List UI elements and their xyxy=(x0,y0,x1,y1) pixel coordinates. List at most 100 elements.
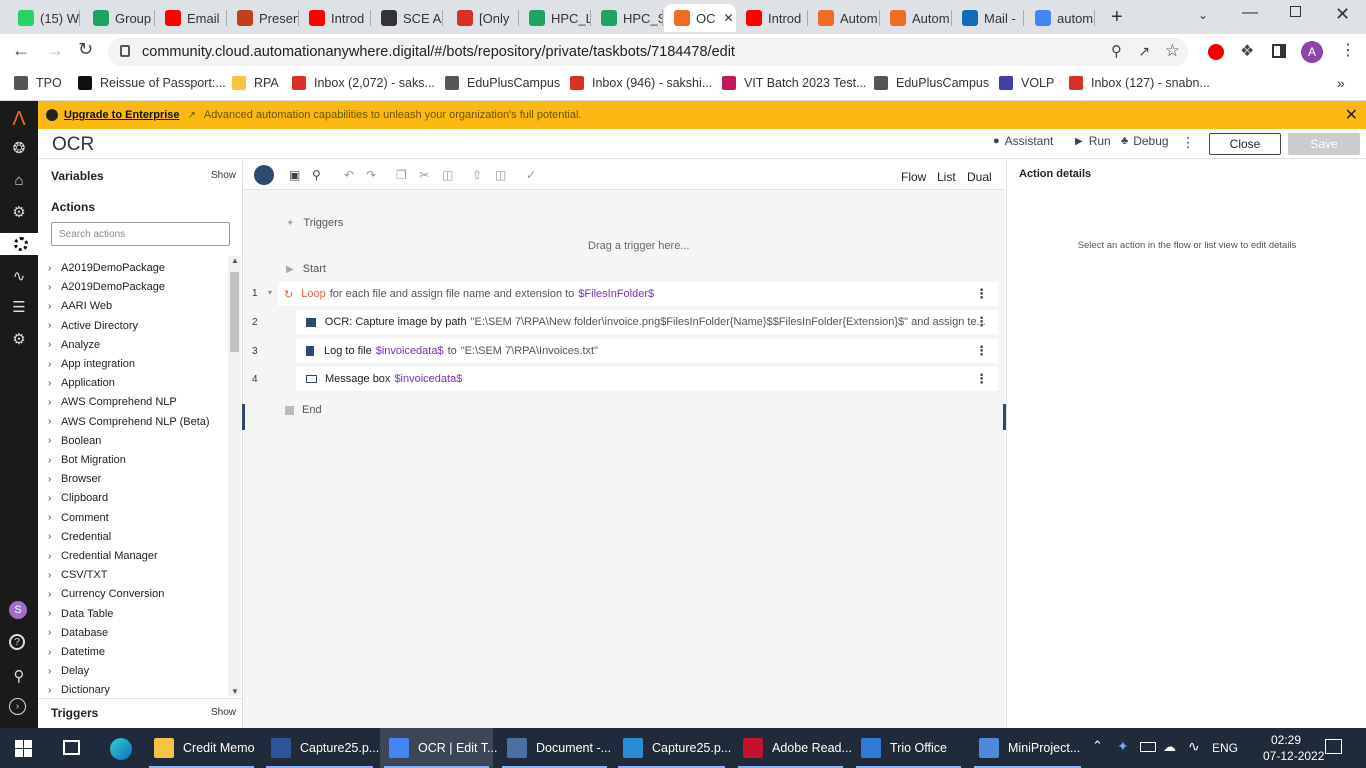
action-category-item[interactable]: › Browser xyxy=(48,473,101,485)
log-to-file-action-row[interactable]: Log to file $invoicedata$ to "E:\SEM 7\R… xyxy=(296,339,998,363)
action-category-item[interactable]: › Credential Manager xyxy=(48,550,158,562)
notifications-icon[interactable]: ⚲ xyxy=(9,666,29,686)
tab-search-icon[interactable]: ⌄ xyxy=(1198,8,1208,22)
action-category-item[interactable]: › Datetime xyxy=(48,646,105,658)
task-view-icon[interactable] xyxy=(63,740,80,755)
bookmark-item[interactable]: Reissue of Passport:... xyxy=(78,76,226,90)
action-category-item[interactable]: › AWS Comprehend NLP xyxy=(48,396,177,408)
action-category-item[interactable]: › Currency Conversion xyxy=(48,588,164,600)
search-actions-input[interactable]: Search actions xyxy=(51,222,230,246)
action-category-item[interactable]: › Active Directory xyxy=(48,320,138,332)
restore-button[interactable] xyxy=(1290,6,1301,17)
scroll-up-icon[interactable]: ▲ xyxy=(231,256,239,265)
edge-icon[interactable] xyxy=(110,738,132,760)
browser-tab[interactable]: Autom xyxy=(808,4,880,32)
forward-icon[interactable]: → xyxy=(46,40,64,61)
search-icon[interactable]: ⚲ xyxy=(312,168,321,182)
clear-icon[interactable]: ✓ xyxy=(526,168,536,182)
home-icon[interactable]: ⌂ xyxy=(9,170,29,190)
bookmark-item[interactable]: EduPlusCampus xyxy=(445,76,560,90)
triggers-show-link[interactable]: Show xyxy=(211,707,236,718)
undo-icon[interactable]: ↶ xyxy=(344,168,354,182)
share-icon[interactable]: ↗ xyxy=(1138,43,1150,60)
bookmark-item[interactable]: Inbox (946) - sakshi... xyxy=(570,76,712,90)
view-list-tab[interactable]: List xyxy=(937,170,956,184)
variables-show-link[interactable]: Show xyxy=(211,170,236,181)
more-bookmarks-icon[interactable]: » xyxy=(1337,75,1345,91)
close-tab-icon[interactable]: ✕ xyxy=(724,11,734,25)
run-button[interactable]: ▶ Run xyxy=(1075,134,1111,148)
delete-icon[interactable]: ◫ xyxy=(442,168,453,182)
back-icon[interactable]: ← xyxy=(12,40,30,61)
redo-icon[interactable]: ↷ xyxy=(366,168,376,182)
browser-tab[interactable]: SCE A xyxy=(371,4,443,32)
browser-tab[interactable]: OC ✕ xyxy=(664,4,736,32)
taskbar-app-button[interactable]: Adobe Read... xyxy=(734,728,852,768)
action-category-item[interactable]: › Dictionary xyxy=(48,684,110,696)
user-avatar[interactable]: S xyxy=(9,601,27,619)
browser-tab[interactable]: Autom xyxy=(880,4,952,32)
capture-icon[interactable]: ▣ xyxy=(289,168,300,182)
taskbar-app-button[interactable]: Trio Office xyxy=(852,728,965,768)
activity-icon[interactable]: ∿ xyxy=(9,266,29,286)
editor-resize-handle-left[interactable] xyxy=(242,404,245,430)
notification-center-icon[interactable] xyxy=(1325,739,1342,754)
clock-time[interactable]: 02:29 xyxy=(1271,733,1301,747)
bookmark-item[interactable]: Inbox (2,072) - saks... xyxy=(292,76,435,90)
row-menu-icon[interactable]: ⋮ xyxy=(975,371,988,387)
collapse-icon[interactable]: ▾ xyxy=(268,288,272,297)
adblock-extension-icon[interactable] xyxy=(1208,44,1224,60)
action-category-item[interactable]: › AWS Comprehend NLP (Beta) xyxy=(48,416,210,428)
action-category-item[interactable]: › CSV/TXT xyxy=(48,569,107,581)
new-tab-button[interactable]: + xyxy=(1111,6,1123,29)
url-field[interactable]: community.cloud.automationanywhere.digit… xyxy=(108,38,1188,66)
action-category-item[interactable]: › Comment xyxy=(48,512,109,524)
taskbar-app-button[interactable]: Capture25.p... xyxy=(614,728,731,768)
action-category-item[interactable]: › Bot Migration xyxy=(48,454,126,466)
banner-close-icon[interactable]: ✕ xyxy=(1345,105,1358,125)
taskbar-app-button[interactable]: MiniProject... xyxy=(970,728,1085,768)
action-category-item[interactable]: › Clipboard xyxy=(48,492,108,504)
bluetooth-icon[interactable]: ✦ xyxy=(1117,738,1129,755)
action-category-item[interactable]: › Analyze xyxy=(48,339,100,351)
browser-tab[interactable]: HPC_S xyxy=(591,4,663,32)
cut-icon[interactable]: ✂ xyxy=(419,168,429,182)
profile-avatar[interactable]: A xyxy=(1301,41,1323,63)
more-options-icon[interactable]: ⋮ xyxy=(1181,134,1195,151)
bookmark-item[interactable]: VIT Batch 2023 Test... xyxy=(722,76,867,90)
action-category-item[interactable]: › Data Table xyxy=(48,608,113,620)
action-category-item[interactable]: › Application xyxy=(48,377,115,389)
action-category-item[interactable]: › A2019DemoPackage xyxy=(48,281,165,293)
action-category-item[interactable]: › App integration xyxy=(48,358,135,370)
minimize-button[interactable]: — xyxy=(1242,4,1258,22)
ocr-action-row[interactable]: OCR: Capture image by path "E:\SEM 7\RPA… xyxy=(296,310,998,334)
bookmark-item[interactable]: VOLP xyxy=(999,76,1054,90)
bookmark-star-icon[interactable]: ☆ xyxy=(1165,41,1180,61)
taskbar-app-button[interactable]: Capture25.p... xyxy=(262,728,379,768)
scroll-down-icon[interactable]: ▼ xyxy=(231,687,239,696)
action-category-item[interactable]: › Delay xyxy=(48,665,89,677)
browser-tab[interactable]: autom xyxy=(1025,4,1095,32)
browser-tab[interactable]: HPC_L xyxy=(519,4,591,32)
window-close-button[interactable]: ✕ xyxy=(1335,4,1350,25)
menu-icon[interactable]: ⋮ xyxy=(1340,40,1356,60)
action-category-item[interactable]: › Boolean xyxy=(48,435,101,447)
loop-action-row[interactable]: ↻ Loop for each file and assign file nam… xyxy=(278,282,998,306)
browser-tab[interactable]: Mail - xyxy=(952,4,1024,32)
action-category-item[interactable]: › A2019DemoPackage xyxy=(48,262,165,274)
debug-button[interactable]: ♣ Debug xyxy=(1121,134,1169,148)
close-button[interactable]: Close xyxy=(1209,133,1281,155)
browser-tab[interactable]: Presen xyxy=(227,4,299,32)
bookmark-item[interactable]: TPO xyxy=(14,76,62,90)
reload-icon[interactable]: ↻ xyxy=(78,39,93,60)
browser-tab[interactable]: Introd xyxy=(736,4,808,32)
row-menu-icon[interactable]: ⋮ xyxy=(975,343,988,359)
assistant-button[interactable]: ● Assistant xyxy=(993,134,1053,148)
bots-icon[interactable]: ⚙ xyxy=(9,202,29,222)
clock-date[interactable]: 07-12-2022 xyxy=(1263,749,1324,763)
actions-scrollbar[interactable]: ▲ ▼ xyxy=(228,256,241,696)
language-indicator[interactable]: ENG xyxy=(1212,741,1238,755)
taskbar-app-button[interactable]: OCR | Edit T... xyxy=(380,728,497,768)
save-button[interactable]: Save xyxy=(1288,133,1360,155)
help-icon[interactable]: ? xyxy=(9,634,25,650)
